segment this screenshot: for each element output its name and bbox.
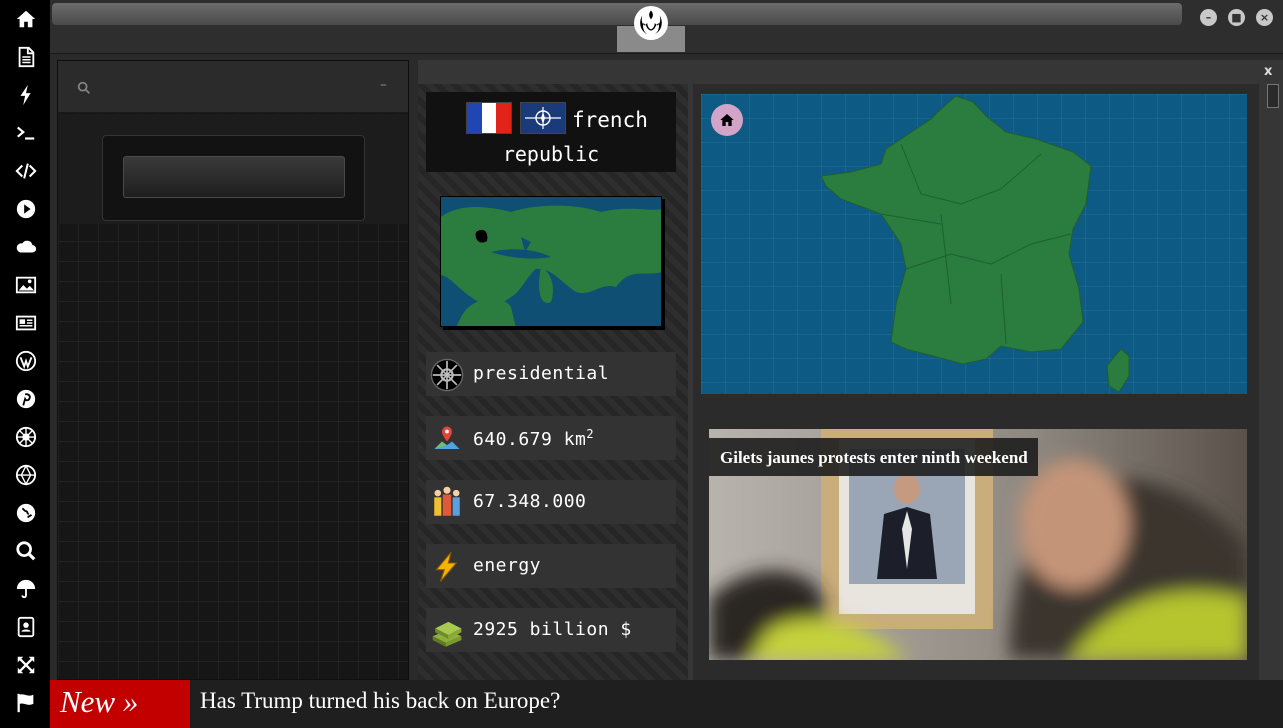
left-panel: –: [57, 60, 409, 680]
top-bar: – ■ ×: [50, 0, 1283, 54]
world-locator-map[interactable]: [440, 196, 662, 327]
stat-government: presidential: [426, 352, 676, 396]
panel-close-button[interactable]: x: [1264, 64, 1272, 79]
home-icon[interactable]: [13, 6, 39, 32]
search-icon[interactable]: [13, 538, 39, 564]
search-icon[interactable]: [76, 80, 92, 96]
stat-area: 640.679 km2: [426, 416, 676, 460]
terminal-icon[interactable]: [13, 120, 39, 146]
app-window: – ■ × – x french republic presidential 6…: [0, 0, 1283, 728]
money-stack-icon: [430, 614, 464, 648]
population-value: 67.348.000: [473, 491, 587, 512]
cloud-icon[interactable]: [13, 234, 39, 260]
lightning-icon: [430, 550, 464, 584]
france-flag-icon: [466, 102, 512, 134]
rebel-alliance-icon: [634, 6, 668, 40]
icon-rail: [0, 0, 50, 728]
nato-flag-icon: [520, 102, 566, 134]
pinterest-icon[interactable]: [13, 386, 39, 412]
newspaper-icon[interactable]: [13, 310, 39, 336]
scrollbar-thumb[interactable]: [1267, 84, 1279, 108]
wordpress-icon[interactable]: [13, 348, 39, 374]
government-type: presidential: [473, 363, 610, 384]
country-info-column: french republic presidential 640.679 km2…: [418, 84, 688, 680]
empire-icon[interactable]: [13, 424, 39, 450]
image-icon[interactable]: [13, 272, 39, 298]
map-pin-icon: [430, 422, 464, 456]
country-panel: x french republic presidential 640.679 k…: [418, 60, 1283, 680]
window-maximize-button[interactable]: ■: [1228, 9, 1245, 26]
bolt-icon[interactable]: [13, 82, 39, 108]
umbrella-icon[interactable]: [13, 576, 39, 602]
flag-stripe-white: [481, 103, 497, 133]
news-card[interactable]: Gilets jaunes protests enter ninth weeke…: [709, 429, 1247, 660]
contacts-icon[interactable]: [13, 614, 39, 640]
galactic-republic-icon[interactable]: [13, 462, 39, 488]
left-panel-header: –: [58, 61, 408, 113]
left-panel-action-button[interactable]: [123, 156, 345, 198]
left-panel-widget: [102, 135, 365, 221]
area-value: 640.679 km2: [473, 427, 594, 450]
flag-icon[interactable]: [13, 690, 39, 716]
people-icon: [430, 486, 464, 520]
ticker-tag[interactable]: New »: [50, 680, 190, 728]
country-name-line1: french: [572, 108, 648, 132]
flag-stripe-blue: [467, 103, 482, 133]
left-panel-minimize-button[interactable]: –: [380, 77, 387, 93]
empire-icon: [430, 358, 464, 392]
code-icon[interactable]: [13, 158, 39, 184]
stat-gdp: 2925 billion $: [426, 608, 676, 652]
news-headline[interactable]: Gilets jaunes protests enter ninth weeke…: [709, 438, 1038, 476]
country-name-line2: republic: [502, 142, 600, 166]
industry-value: energy: [473, 555, 542, 576]
gdp-value: 2925 billion $: [473, 619, 632, 640]
country-title-card: french republic: [426, 92, 676, 172]
ticker-headline[interactable]: Has Trump turned his back on Europe?: [200, 688, 560, 714]
globe-icon[interactable]: [13, 500, 39, 526]
country-map[interactable]: [701, 94, 1247, 394]
area-number: 640.679 km: [473, 429, 587, 450]
area-unit-superscript: 2: [586, 427, 595, 441]
play-icon[interactable]: [13, 196, 39, 222]
document-icon[interactable]: [13, 44, 39, 70]
flag-stripe-red: [496, 103, 512, 133]
rebel-logo-tab[interactable]: [617, 0, 685, 52]
news-ticker: New » Has Trump turned his back on Europ…: [50, 680, 1283, 728]
map-home-button[interactable]: [711, 104, 743, 136]
stat-population: 67.348.000: [426, 480, 676, 524]
stat-industry: energy: [426, 544, 676, 588]
map-and-news-column: Gilets jaunes protests enter ninth weeke…: [693, 84, 1259, 680]
window-minimize-button[interactable]: –: [1200, 9, 1217, 26]
expand-icon[interactable]: [13, 652, 39, 678]
window-close-button[interactable]: ×: [1256, 9, 1273, 26]
